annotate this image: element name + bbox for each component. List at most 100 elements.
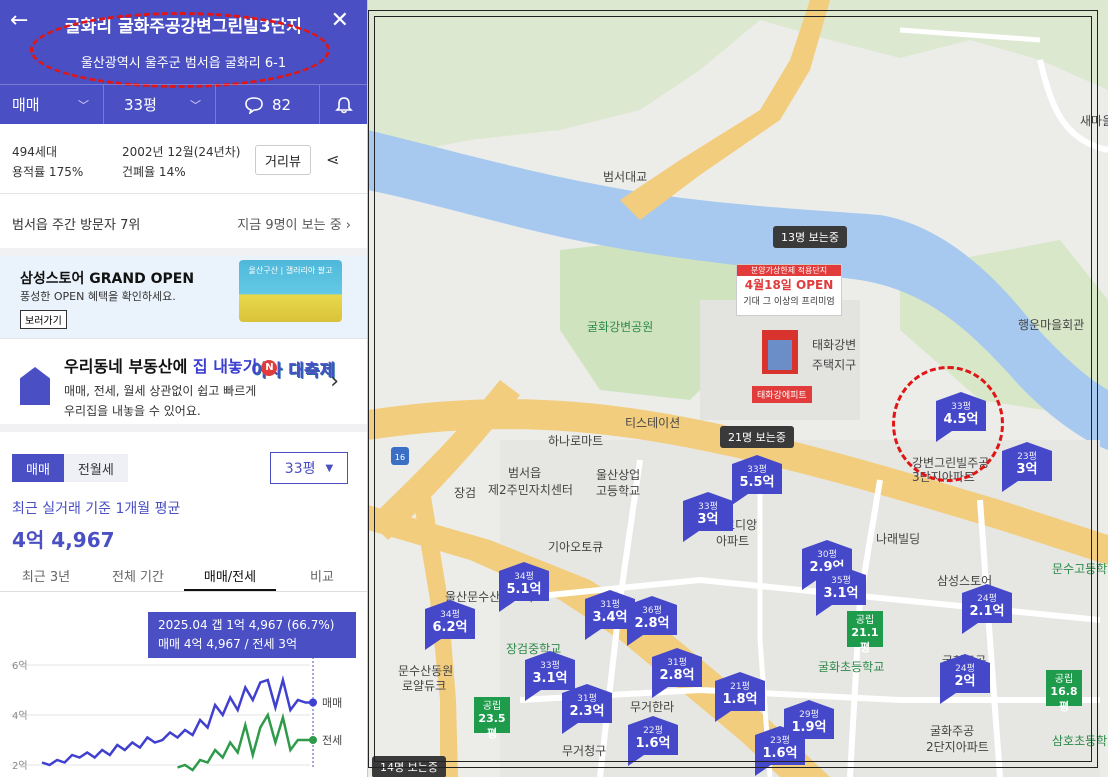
realtor-listing-promo[interactable]: 우리동네 부동산에 집 내놓기 N 매매, 전세, 월세 상관없이 쉽고 빠르게 … [0,338,367,432]
ad-banner[interactable]: 삼성스토어 GRAND OPEN 풍성한 OPEN 혜택을 확인하세요. 보러가… [0,256,367,381]
price-marker-price: 5.1억 [506,582,542,597]
price-marker-area: 35평 [831,576,851,586]
price-marker-area: 24평 [955,664,975,674]
price-marker-price: 1.6억 [762,746,798,761]
price-marker-area: 31평 [577,694,597,704]
map-place-label: 범서대교 [603,170,648,184]
house-arrow-icon [20,367,50,405]
realtor-title-prefix: 우리동네 부동산에 [64,357,188,376]
price-marker-area: 29평 [799,710,819,720]
price-marker-price: 3.1억 [532,671,568,686]
price-marker-area: 36평 [642,606,662,616]
notification-button[interactable] [320,85,367,124]
price-marker-price: 3억 [1016,462,1038,477]
caret-down-icon: ▼ [325,462,334,474]
price-marker-area: 31평 [667,658,687,668]
price-marker-area: 21평 [730,682,750,692]
ad-title: 삼성스토어 GRAND OPEN [20,271,195,287]
price-marker-price: 1.8억 [722,692,758,707]
close-icon[interactable]: ✕ [331,8,349,33]
ad-pin-ribbon: 분양가상한제 적용단지 [737,265,841,276]
comments-button[interactable]: 82 [216,85,320,124]
ad-button[interactable]: 보러가기 [20,310,67,329]
map-place-label: 굴화강변공원 [587,320,654,334]
price-marker-area: 22평 [643,726,663,736]
floor-area-ratio: 용적률 175% [12,165,84,179]
coverage-ratio: 건폐율 14% [122,165,186,179]
price-marker-area: 34평 [440,610,460,620]
school-marker-value: 23.5평 [478,712,506,740]
price-marker-price: 2억 [954,674,976,689]
map-place-label: 삼호초등학교 [1052,734,1108,748]
price-size-select[interactable]: 33평 ▼ [270,452,348,484]
series-endpoint-1 [309,736,317,744]
tab-3y[interactable]: 최근 3년 [0,562,92,591]
tab-all[interactable]: 전체 기간 [92,562,184,591]
school-marker-label: 공립 [855,615,875,626]
price-marker-price: 2.1억 [969,604,1005,619]
school-marker[interactable]: 공립 16.8평 [1046,670,1082,713]
ad-pin[interactable]: 분양가상한제 적용단지 4월18일 OPEN 기대 그 이상의 프리미엄 [736,264,842,316]
visit-rank: 범서읍 주간 방문자 7위 [12,218,141,233]
viewer-count-pill: 13명 보는중 [773,226,847,248]
new-badge: N [261,360,278,376]
map-place-label: 굴화주공 [930,724,975,738]
series-label-0: 매매 [322,697,342,710]
viewing-count: 지금 9명이 보는 중 [237,218,342,233]
ad-pin-sub: 기대 그 이상의 프리미엄 [743,297,835,307]
map-place-label: 문수고등학교 [1052,562,1108,576]
map-place-label: 2단지아파트 [926,740,989,754]
deal-type-dropdown[interactable]: 매매 ﹀ [0,85,104,124]
school-marker-value: 21.1평 [851,626,879,654]
tab-sale[interactable]: 매매 [12,454,64,482]
tooltip-line1: 2025.04 갭 1억 4,967 (66.7%) [158,618,335,632]
viewer-count-pill: 14명 보는중 [372,756,446,777]
school-marker[interactable]: 공립 23.5평 [474,697,510,740]
map-place-label: 기아오토큐 [548,540,604,554]
size-dropdown[interactable]: 33평 ﹀ [104,85,216,124]
built-date: 2002년 12월(24년차) [122,145,241,159]
tab-rent[interactable]: 전월세 [63,454,128,482]
roadview-button[interactable]: 거리뷰 [255,145,311,175]
address-highlight-ellipse [30,12,330,88]
viewer-count-pill: 21명 보는중 [720,426,794,448]
price-marker-price: 3억 [697,512,719,527]
chart-y-tick: 4억 [12,710,28,722]
price-marker-price: 2.8억 [659,668,695,683]
map-place-label: 아파트 [716,534,750,548]
price-marker-area: 30평 [817,550,837,560]
ad-subtitle: 풍성한 OPEN 혜택을 확인하세요. [20,290,176,303]
chevron-right-icon: › [330,369,339,394]
map-place-label: 무거청구 [562,744,607,758]
price-marker-price: 3.1억 [823,586,859,601]
school-marker[interactable]: 공립 21.1평 [847,611,883,654]
price-marker-price: 2.3억 [569,704,605,719]
visit-rank-row[interactable]: 범서읍 주간 방문자 7위 지금 9명이 보는 중 › [0,194,367,256]
map-place-label: 제2주민자치센터 [488,483,573,497]
price-marker-area: 34평 [514,572,534,582]
share-icon[interactable]: ⋖ [326,150,339,169]
price-marker-area: 33평 [698,502,718,512]
price-size-label: 33평 [284,461,316,477]
series-label-1: 전세 [322,734,342,747]
avg-label: 최근 실거래 기준 1개월 평균 [12,501,181,517]
tab-compare[interactable]: 비교 [276,562,367,591]
tooltip-line2: 매매 4억 4,967 / 전세 3억 [158,637,297,651]
price-marker-price: 1.6억 [635,736,671,751]
svg-text:16: 16 [395,453,405,462]
realtor-desc-1: 매매, 전세, 월세 상관없이 쉽고 빠르게 [64,384,257,398]
map-place-label: 주택지구 [812,358,857,372]
tab-sale-jeonse[interactable]: 매매/전세 [184,562,276,591]
map-place-label: 굴화초등학교 [818,660,885,674]
panel-header: ← 굴화리 굴화주공강변그린빌3단지 ✕ 울산광역시 울주군 범서읍 굴화리 6… [0,0,367,124]
chart-y-tick: 2억 [12,760,28,772]
map-place-label: 나래빌딩 [876,532,921,546]
bell-icon [334,96,353,113]
ad-image: 울산구산 | 갤러리아 팔고 이사 대축제 [239,260,342,381]
map-place-label: 무거한라 [630,700,675,714]
map-place-label: 티스테이션 [625,416,681,430]
price-marker-area: 33평 [747,465,767,475]
price-marker-price: 2.8억 [634,616,670,631]
ad-pin-brand: 태화강에피트 [752,386,812,403]
map-place-label: 새마을 [1080,114,1108,128]
